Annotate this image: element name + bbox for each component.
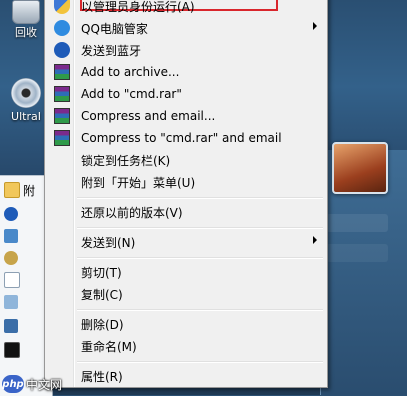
watermark-text: 中文网: [26, 377, 63, 392]
menu-item-properties[interactable]: 属性(R): [47, 365, 323, 387]
menu-item-label: 属性(R): [81, 369, 123, 384]
network-icon: [4, 229, 18, 243]
menu-item-label: 发送到蓝牙: [81, 43, 142, 58]
menu-item-label: 发送到(N): [81, 235, 136, 250]
menu-item-send-bluetooth[interactable]: 发送到蓝牙: [47, 39, 323, 61]
qq-icon: [54, 20, 70, 36]
menu-separator: [77, 197, 323, 199]
winrar-icon: [54, 64, 70, 80]
start-item-explorer[interactable]: [4, 292, 44, 312]
folder-icon: [4, 295, 18, 309]
ultraiso-label: UltraI: [11, 110, 41, 123]
menu-item-label: 复制(C): [81, 287, 123, 302]
menu-item-label: 删除(D): [81, 317, 124, 332]
start-item-cmd[interactable]: [4, 340, 44, 360]
bluetooth-icon: [54, 42, 70, 58]
start-item-bluetooth[interactable]: [4, 204, 44, 224]
menu-item-qq-manager[interactable]: QQ电脑管家: [47, 17, 323, 39]
bluetooth-icon: [4, 207, 18, 221]
winrar-icon: [54, 86, 70, 102]
shield-icon: [54, 0, 70, 14]
menu-separator: [77, 309, 323, 311]
menu-item-label: QQ电脑管家: [81, 21, 148, 36]
menu-item-copy[interactable]: 复制(C): [47, 283, 323, 305]
start-item-accessories[interactable]: 附: [4, 180, 44, 200]
start-item-remote-desktop[interactable]: [4, 316, 44, 336]
monitor-icon: [4, 319, 18, 333]
document-icon: [4, 272, 20, 288]
menu-item-add-to-archive[interactable]: Add to archive...: [47, 61, 323, 83]
folder-icon: [4, 182, 20, 198]
menu-item-add-to-cmd-rar[interactable]: Add to "cmd.rar": [47, 83, 323, 105]
menu-separator: [77, 227, 323, 229]
right-pane-link[interactable]: [326, 214, 388, 232]
submenu-arrow-icon: [313, 22, 317, 30]
menu-separator: [77, 257, 323, 259]
menu-separator: [77, 361, 323, 363]
menu-item-label: Add to "cmd.rar": [81, 87, 182, 101]
menu-item-run-as-admin[interactable]: 以管理员身份运行(A): [47, 0, 323, 17]
menu-item-label: 剪切(T): [81, 265, 122, 280]
menu-item-label: Compress to "cmd.rar" and email: [81, 131, 282, 145]
start-item-notepad[interactable]: [4, 270, 44, 290]
context-menu: 以管理员身份运行(A) QQ电脑管家 发送到蓝牙 Add to archive.…: [44, 0, 328, 388]
menu-item-label: Compress and email...: [81, 109, 216, 123]
recycle-bin-desktop-icon[interactable]: 回收: [6, 0, 46, 42]
menu-item-compress-to-cmd-rar-email[interactable]: Compress to "cmd.rar" and email: [47, 127, 323, 149]
menu-item-label: Add to archive...: [81, 65, 180, 79]
menu-item-compress-and-email[interactable]: Compress and email...: [47, 105, 323, 127]
disc-icon: [11, 78, 41, 108]
start-item-label: 附: [23, 183, 36, 198]
gear-icon: [4, 251, 18, 265]
php-logo-icon: php: [2, 375, 24, 393]
start-item-settings[interactable]: [4, 248, 44, 268]
recycle-bin-label: 回收: [15, 26, 37, 39]
recycle-bin-icon: [12, 0, 40, 24]
menu-item-label: 附到「开始」菜单(U): [81, 175, 196, 190]
winrar-icon: [54, 108, 70, 124]
start-item-network[interactable]: [4, 226, 44, 246]
menu-item-label: 以管理员身份运行(A): [81, 0, 195, 14]
menu-item-delete[interactable]: 删除(D): [47, 313, 323, 335]
menu-item-send-to[interactable]: 发送到(N): [47, 231, 323, 253]
command-prompt-icon: [4, 342, 20, 358]
menu-item-cut[interactable]: 剪切(T): [47, 261, 323, 283]
menu-item-label: 还原以前的版本(V): [81, 205, 183, 220]
menu-item-label: 重命名(M): [81, 339, 137, 354]
menu-item-pin-to-start[interactable]: 附到「开始」菜单(U): [47, 171, 323, 193]
winrar-icon: [54, 130, 70, 146]
menu-item-rename[interactable]: 重命名(M): [47, 335, 323, 357]
menu-item-restore-previous[interactable]: 还原以前的版本(V): [47, 201, 323, 223]
menu-item-label: 锁定到任务栏(K): [81, 153, 171, 168]
user-avatar[interactable]: [332, 142, 388, 194]
site-watermark: php 中文网: [2, 374, 62, 394]
right-pane-link[interactable]: [326, 244, 388, 262]
menu-item-pin-to-taskbar[interactable]: 锁定到任务栏(K): [47, 149, 323, 171]
ultraiso-desktop-icon[interactable]: UltraI: [6, 78, 46, 138]
submenu-arrow-icon: [313, 236, 317, 244]
